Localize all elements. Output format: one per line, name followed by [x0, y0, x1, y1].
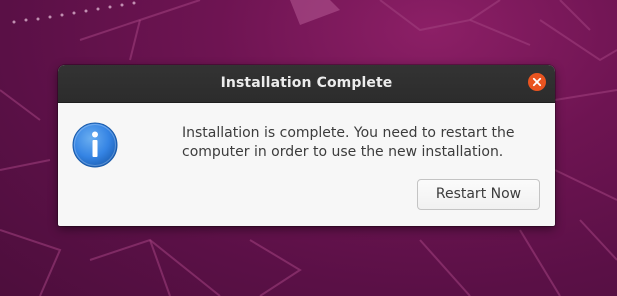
message-line-1: Installation is complete. You need to re…: [182, 125, 515, 141]
dialog-message: Installation is complete. You need to re…: [182, 124, 537, 162]
message-line-2: computer in order to use the new install…: [182, 144, 504, 160]
dialog-titlebar[interactable]: Installation Complete: [58, 65, 555, 103]
close-button[interactable]: [528, 73, 546, 91]
restart-now-button[interactable]: Restart Now: [417, 179, 540, 210]
close-icon: [532, 77, 542, 87]
installation-complete-dialog: Installation Complete Installation is co…: [58, 65, 555, 226]
info-icon: [72, 122, 118, 168]
dialog-title: Installation Complete: [220, 75, 393, 91]
